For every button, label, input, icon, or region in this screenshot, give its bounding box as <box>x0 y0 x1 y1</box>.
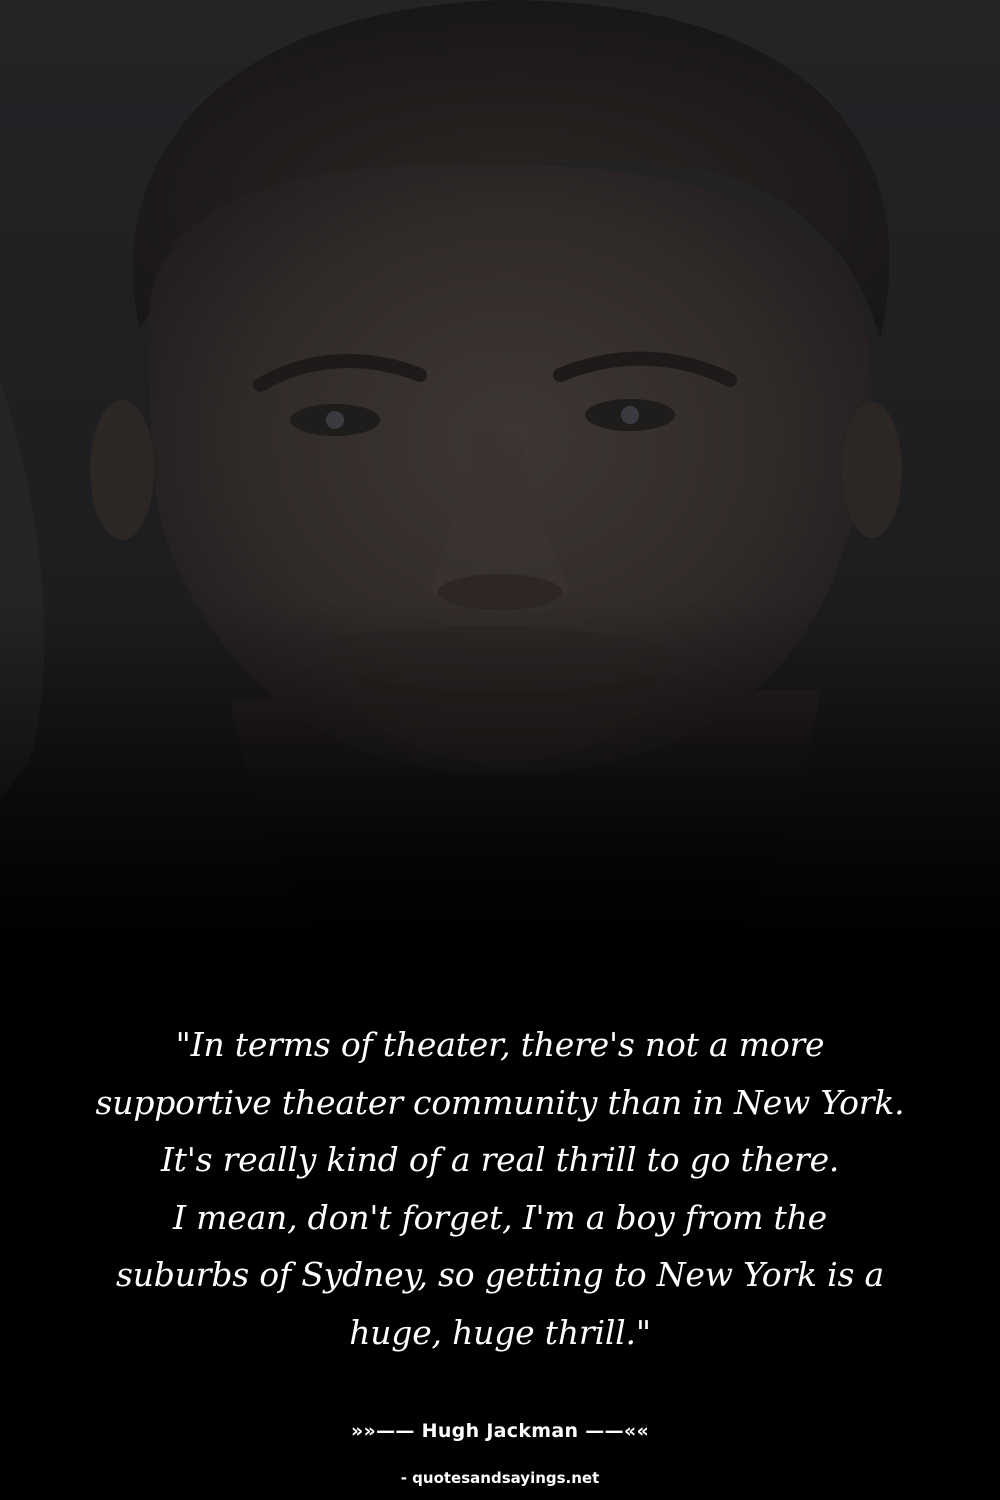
quote-line: It's really kind of a real thrill to go … <box>160 1140 840 1179</box>
quote-line: huge, huge thrill." <box>349 1312 651 1352</box>
quote-author: »»—— Hugh Jackman ——«« <box>350 1420 650 1442</box>
source-watermark: - quotesandsayings.net <box>400 1469 600 1487</box>
quote-line: I mean, don't forget, I'm a boy from the <box>173 1197 827 1237</box>
quote-line: "In terms of theater, there's not a more <box>175 1025 825 1064</box>
quote-text: "In terms of theater, there's not a more… <box>40 1016 960 1361</box>
quote-line: suburbs of Sydney, so getting to New Yor… <box>115 1255 884 1294</box>
quote-card: "In terms of theater, there's not a more… <box>0 0 1000 1500</box>
quote-line: supportive theater community than in New… <box>95 1082 905 1122</box>
